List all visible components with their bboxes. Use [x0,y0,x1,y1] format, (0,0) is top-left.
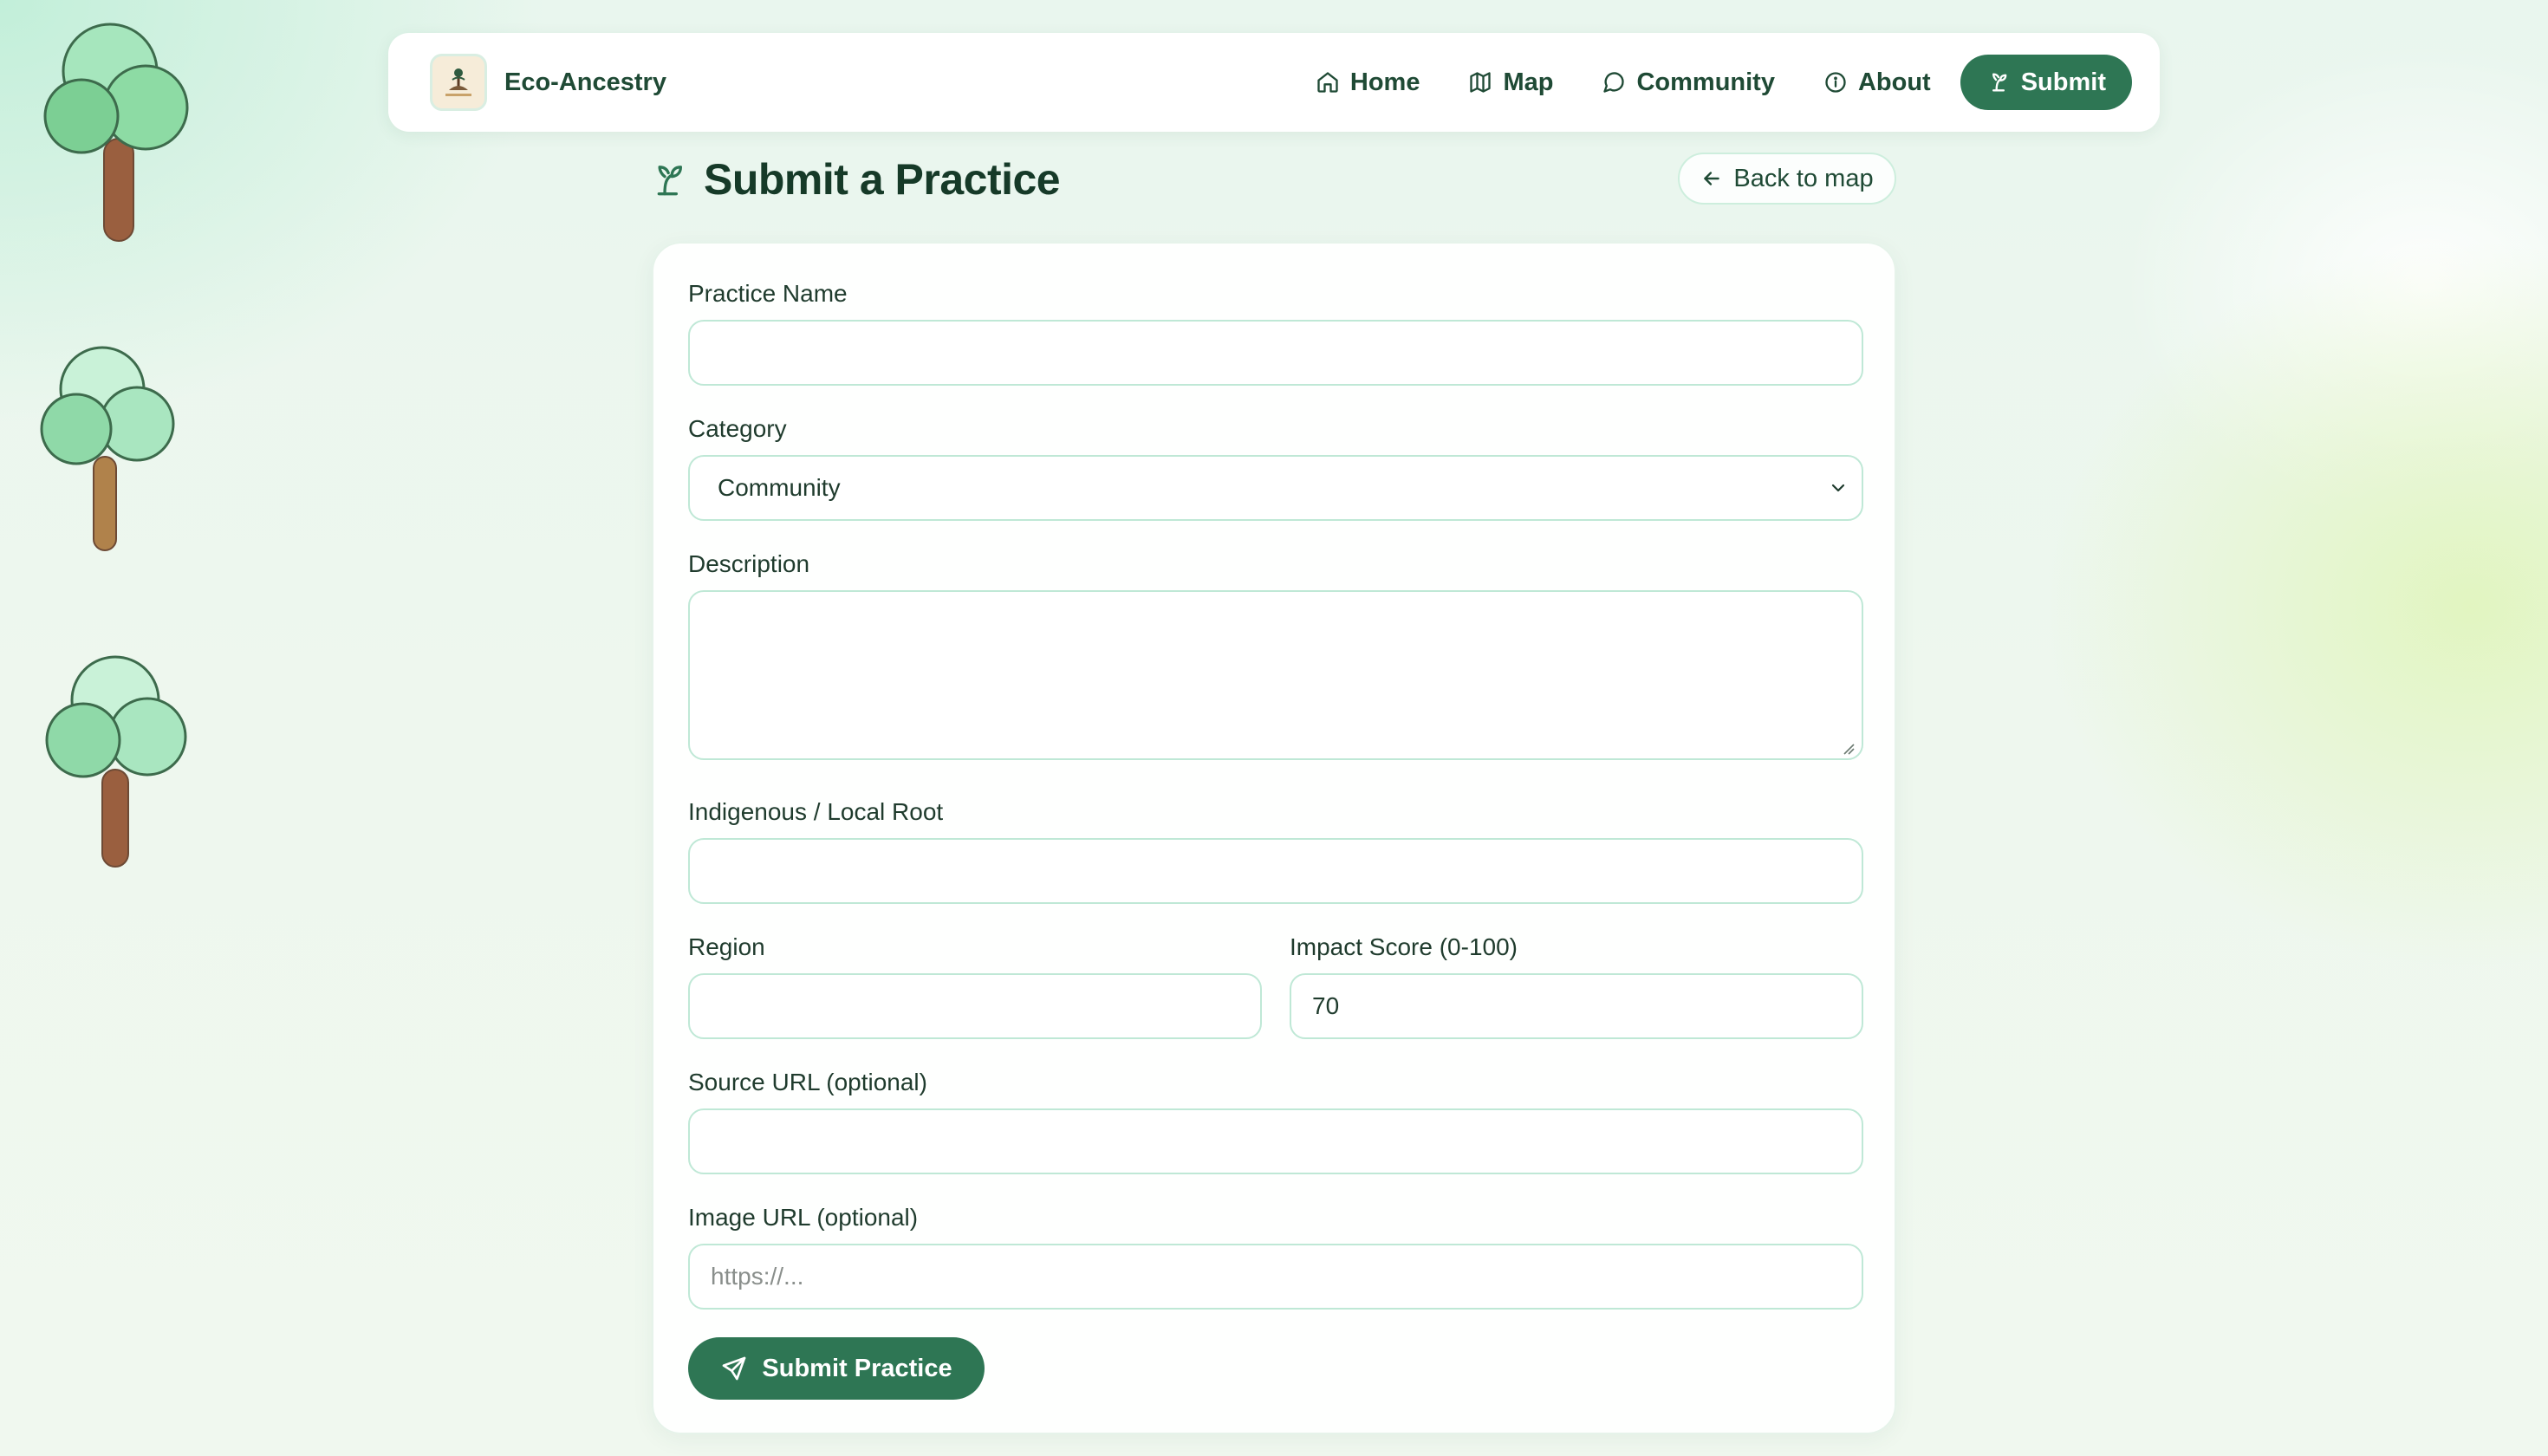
tree-decoration-1 [43,17,195,247]
nav-community-label: Community [1636,68,1775,96]
nav-about-label: About [1857,68,1931,96]
description-label: Description [688,550,810,577]
impact-score-label: Impact Score (0-100) [1290,933,1518,960]
nav-home[interactable]: Home [1291,55,1445,110]
practice-name-input[interactable] [688,320,1863,386]
nav-about[interactable]: About [1799,55,1955,110]
map-icon [1470,72,1492,93]
nav-map[interactable]: Map [1444,55,1577,110]
category-selected-value: Community [718,474,841,501]
region-label: Region [688,933,765,960]
region-input[interactable] [688,973,1262,1039]
practice-name-label: Practice Name [688,280,848,307]
tree-decoration-3 [43,652,195,873]
submit-practice-button[interactable]: Submit Practice [688,1337,985,1400]
nav-map-label: Map [1503,68,1554,96]
nav-home-label: Home [1349,68,1420,96]
brand[interactable]: Eco-Ancestry [430,54,666,111]
impact-score-input[interactable]: 70 [1290,973,1863,1039]
back-to-map-button[interactable]: Back to map [1678,153,1896,205]
nav-community[interactable]: Community [1577,55,1799,110]
description-textarea[interactable] [688,590,1863,760]
page-title: Submit a Practice [652,154,1061,205]
top-navbar: Eco-Ancestry Home Map Community About Su… [388,33,2160,132]
chevron-down-icon [1831,484,1845,492]
nav-menu: Home Map Community About Submit [1291,55,2132,110]
category-label: Category [688,415,787,442]
chat-bubble-icon [1603,72,1625,93]
brand-name: Eco-Ancestry [504,68,666,96]
sprout-icon [1992,73,2007,92]
sprout-icon [657,166,682,196]
brand-logo [430,54,487,111]
home-icon [1317,72,1338,93]
page-heading: Submit a Practice [704,155,1061,204]
indigenous-root-input[interactable] [688,838,1863,904]
source-url-input[interactable] [688,1108,1863,1174]
logo-icon [445,68,471,96]
nav-submit-label: Submit [2020,68,2106,96]
indigenous-root-label: Indigenous / Local Root [688,798,944,825]
back-to-map-label: Back to map [1733,164,1874,192]
submit-practice-form: Practice Name Category Community Descrip… [652,242,1896,1434]
submit-practice-label: Submit Practice [762,1354,952,1382]
resize-handle-icon[interactable] [1841,741,1855,755]
image-url-label: Image URL (optional) [688,1204,919,1231]
send-icon [723,1356,746,1381]
image-url-input[interactable]: https://... [688,1244,1863,1310]
arrow-left-icon [1704,172,1720,185]
nav-submit-button[interactable]: Submit [1960,55,2132,110]
category-select[interactable]: Community [688,455,1863,521]
info-icon [1825,72,1846,93]
tree-decoration-2 [35,344,182,556]
source-url-label: Source URL (optional) [688,1069,927,1095]
